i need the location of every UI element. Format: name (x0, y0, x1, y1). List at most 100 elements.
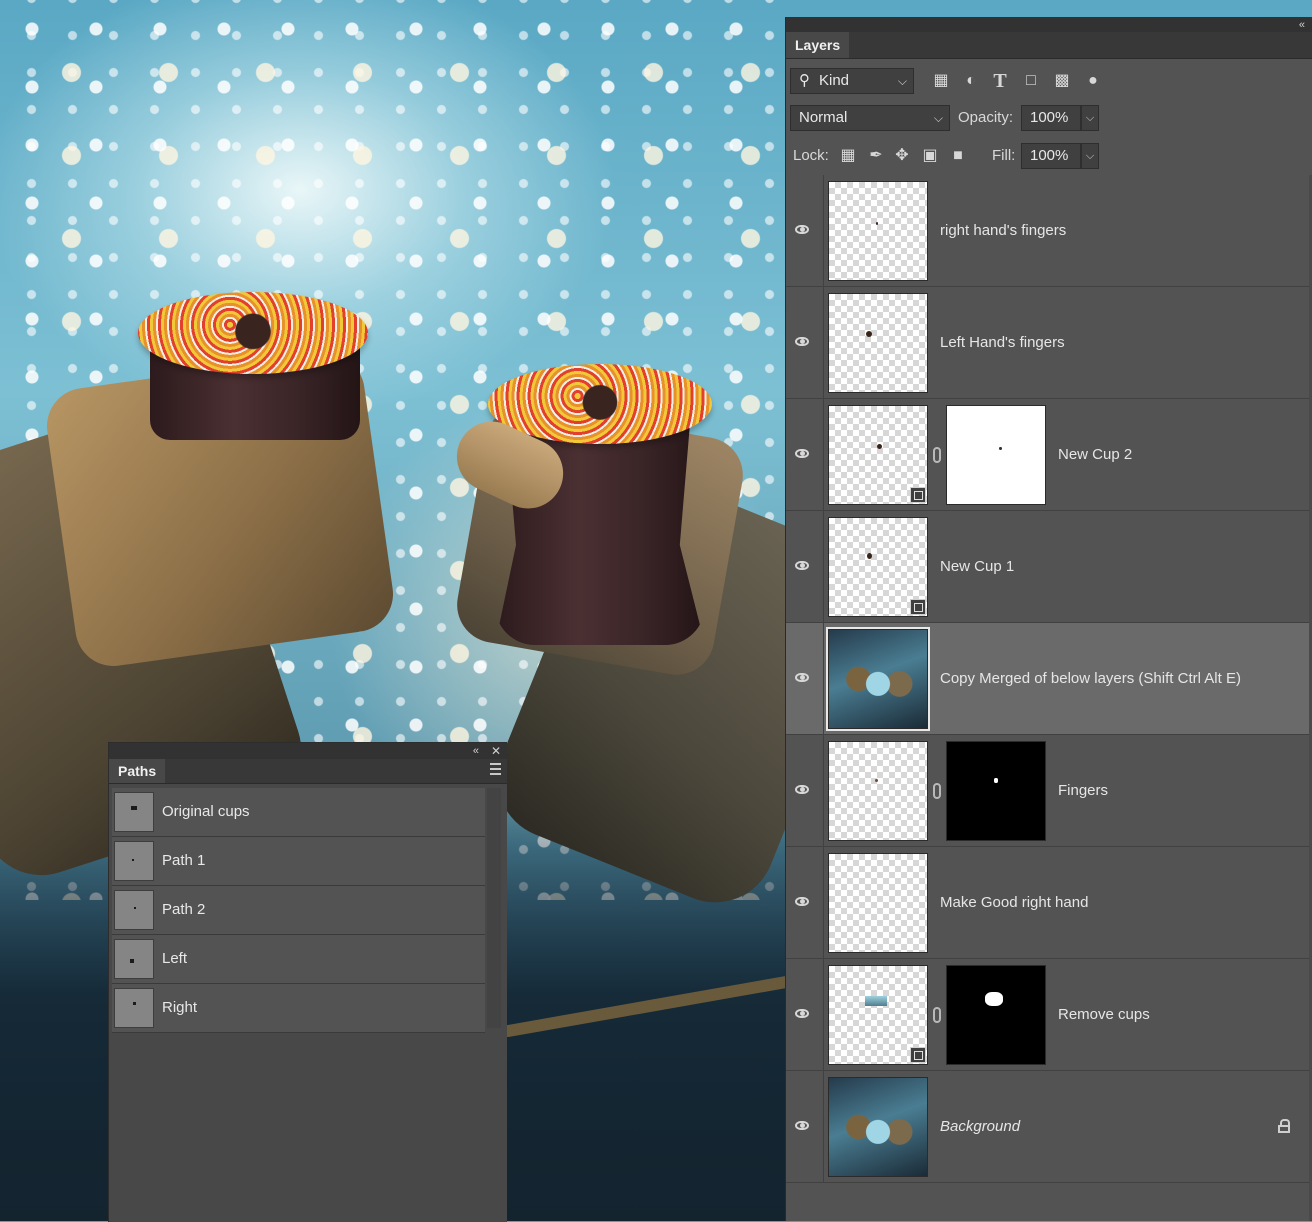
image-filter-icon[interactable]: ▦ (931, 71, 951, 91)
opacity-dropdown-button[interactable]: ⌵ (1081, 105, 1099, 131)
path-item-original-cups[interactable]: Original cups (112, 788, 485, 837)
paths-panel-header-strip: « ✕ (109, 743, 507, 759)
smart-object-badge-icon (910, 487, 926, 503)
path-thumbnail (114, 841, 154, 881)
tab-paths[interactable]: Paths (109, 759, 166, 783)
layer-name[interactable]: Left Hand's fingers (940, 287, 1065, 398)
close-icon[interactable]: ✕ (491, 743, 501, 759)
layer-filter-row: ⚲ Kind ⌵ ▦ ◐ T □ ▩ ● (786, 65, 1312, 103)
fill-value: 100% (1030, 147, 1069, 164)
chevron-down-icon: ⌵ (933, 111, 943, 125)
layer-row-remove-cups[interactable]: Remove cups (786, 959, 1310, 1071)
layer-name[interactable]: New Cup 1 (940, 511, 1014, 622)
layer-name[interactable]: Copy Merged of below layers (Shift Ctrl … (940, 623, 1241, 734)
path-item-right[interactable]: Right (112, 984, 485, 1033)
filter-toggle-icon[interactable]: ● (1083, 71, 1103, 91)
link-chain-icon[interactable] (933, 447, 941, 463)
blend-mode-dropdown[interactable]: Normal ⌵ (790, 105, 950, 131)
tab-layers[interactable]: Layers (786, 32, 850, 58)
path-item-path-2[interactable]: Path 2 (112, 886, 485, 935)
layer-name[interactable]: right hand's fingers (940, 175, 1066, 286)
visibility-eye-icon[interactable] (794, 669, 812, 687)
path-item-path-1[interactable]: Path 1 (112, 837, 485, 886)
paths-list: Original cups Path 1 Path 2 Left Right (112, 788, 485, 1033)
path-thumbnail (114, 792, 154, 832)
path-thumbnail (114, 939, 154, 979)
left-cup-sprinkles (138, 292, 368, 374)
layers-panel: « Layers ⚲ Kind ⌵ ▦ ◐ T □ ▩ ● Normal ⌵ O… (785, 17, 1312, 1221)
lock-icon[interactable] (1278, 1119, 1290, 1133)
paths-panel: « ✕ Paths Original cups Path 1 Path 2 Le… (108, 742, 507, 1222)
divider (823, 287, 824, 398)
layer-row-new-cup-2[interactable]: New Cup 2 (786, 399, 1310, 511)
smart-object-badge-icon (910, 599, 926, 615)
layer-row-fingers[interactable]: Fingers (786, 735, 1310, 847)
lock-artboard-icon[interactable]: ▣ (920, 146, 940, 166)
patch-preview (865, 996, 887, 1006)
type-filter-icon[interactable]: T (990, 71, 1010, 91)
paths-scrollbar[interactable] (487, 788, 501, 1028)
visibility-eye-icon[interactable] (794, 445, 812, 463)
layer-name[interactable]: Make Good right hand (940, 847, 1088, 958)
layer-thumbnail (828, 1077, 928, 1177)
visibility-eye-icon[interactable] (794, 893, 812, 911)
adjustment-filter-icon[interactable]: ◐ (961, 71, 981, 91)
layer-row-new-cup-1[interactable]: New Cup 1 (786, 511, 1310, 623)
chevron-down-icon: ⌵ (897, 74, 907, 88)
lock-transparency-icon[interactable]: ▦ (838, 146, 858, 166)
layers-tab-bar: Layers (786, 32, 1312, 59)
layer-mask-thumbnail[interactable] (946, 741, 1046, 841)
visibility-eye-icon[interactable] (794, 781, 812, 799)
path-label: Path 2 (162, 901, 206, 918)
collapse-icon[interactable]: « (473, 743, 479, 759)
visibility-eye-icon[interactable] (794, 1117, 812, 1135)
chevron-down-icon: ⌵ (1085, 150, 1095, 162)
smart-object-filter-icon[interactable]: ▩ (1052, 71, 1072, 91)
chevron-down-icon: ⌵ (1085, 112, 1095, 124)
divider (823, 1071, 824, 1182)
filter-kind-dropdown[interactable]: ⚲ Kind ⌵ (790, 68, 914, 94)
path-item-left[interactable]: Left (112, 935, 485, 984)
fill-field[interactable]: 100% (1021, 143, 1081, 169)
layer-name[interactable]: Background (940, 1071, 1020, 1182)
layer-row-right-hands-fingers[interactable]: right hand's fingers (786, 175, 1310, 287)
layer-mask-thumbnail[interactable] (946, 405, 1046, 505)
visibility-eye-icon[interactable] (794, 557, 812, 575)
layer-name[interactable]: Fingers (1058, 735, 1108, 846)
lock-pixels-icon[interactable]: ✒ (866, 146, 886, 166)
divider (823, 399, 824, 510)
layer-thumbnail (828, 405, 928, 505)
divider (823, 847, 824, 958)
search-icon: ⚲ (799, 72, 810, 89)
layer-thumbnail (828, 741, 928, 841)
layer-name[interactable]: Remove cups (1058, 959, 1150, 1070)
link-chain-icon[interactable] (933, 1007, 941, 1023)
layers-list: right hand's fingers Left Hand's fingers… (786, 175, 1310, 1183)
visibility-eye-icon[interactable] (794, 221, 812, 239)
lock-all-icon[interactable]: ■ (948, 146, 968, 166)
layer-thumbnail (826, 627, 930, 731)
layer-row-make-good-right-hand[interactable]: Make Good right hand (786, 847, 1310, 959)
divider (823, 511, 824, 622)
layer-row-copy-merged[interactable]: Copy Merged of below layers (Shift Ctrl … (786, 623, 1310, 735)
opacity-field[interactable]: 100% (1021, 105, 1081, 131)
shape-filter-icon[interactable]: □ (1021, 71, 1041, 91)
visibility-eye-icon[interactable] (794, 1005, 812, 1023)
link-chain-icon[interactable] (933, 783, 941, 799)
collapse-icon[interactable]: « (1299, 17, 1305, 33)
layer-row-left-hands-fingers[interactable]: Left Hand's fingers (786, 287, 1310, 399)
layer-thumbnail (828, 853, 928, 953)
fill-label: Fill: (992, 147, 1016, 164)
layer-row-background[interactable]: Background (786, 1071, 1310, 1183)
layer-name[interactable]: New Cup 2 (1058, 399, 1132, 510)
fill-dropdown-button[interactable]: ⌵ (1081, 143, 1099, 169)
visibility-eye-icon[interactable] (794, 333, 812, 351)
path-label: Path 1 (162, 852, 206, 869)
opacity-label: Opacity: (958, 109, 1014, 126)
layer-thumbnail (828, 293, 928, 393)
lock-position-icon[interactable]: ✥ (892, 146, 912, 166)
layers-panel-header-strip: « (786, 17, 1312, 32)
path-thumbnail (114, 890, 154, 930)
layer-mask-thumbnail[interactable] (946, 965, 1046, 1065)
panel-menu-icon[interactable] (490, 763, 501, 775)
